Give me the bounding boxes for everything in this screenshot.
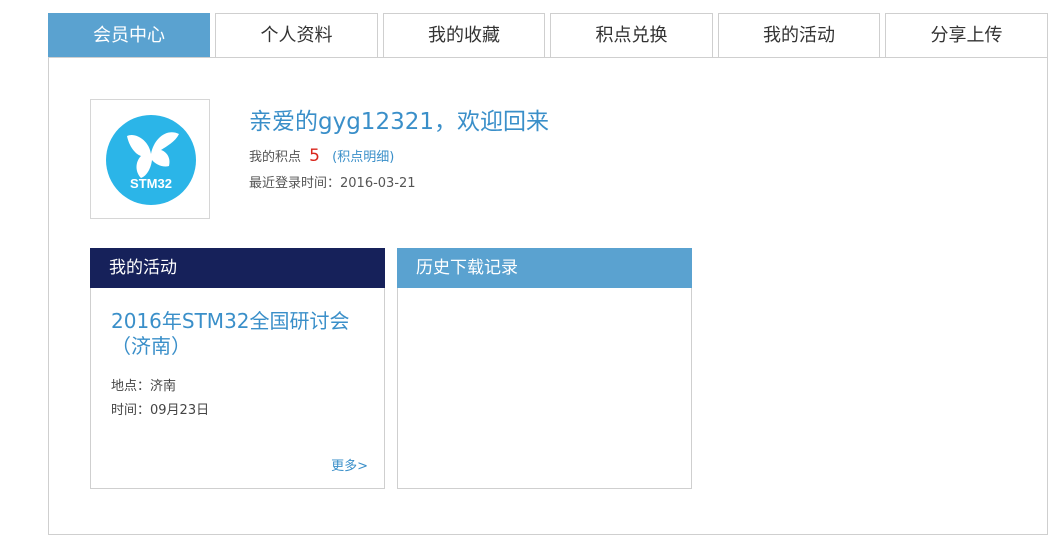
tab-points-exchange[interactable]: 积点兑换: [550, 13, 713, 57]
welcome-message: 亲爱的gyg12321，欢迎回来: [249, 109, 549, 135]
points-value: 5: [309, 146, 320, 166]
points-line: 我的积点 5 (积点明细): [249, 146, 394, 166]
event-time: 时间：09月23日: [111, 403, 210, 418]
stm32-butterfly-logo-icon: STM32: [106, 115, 196, 205]
my-activities-header: 我的活动: [90, 248, 385, 288]
avatar: STM32: [90, 99, 210, 219]
points-detail-close: ): [389, 150, 395, 165]
download-history-header: 历史下载记录: [397, 248, 692, 288]
tab-profile[interactable]: 个人资料: [215, 13, 378, 57]
my-activities-card: 我的活动 2016年STM32全国研讨会（济南） 地点：济南 时间：09月23日…: [90, 248, 385, 489]
last-login-time: 最近登录时间：2016-03-21: [249, 176, 416, 191]
tab-member-center[interactable]: 会员中心: [48, 13, 210, 57]
tab-my-activities[interactable]: 我的活动: [718, 13, 880, 57]
points-detail-link[interactable]: 积点明细: [337, 150, 389, 165]
event-title-link[interactable]: 2016年STM32全国研讨会（济南）: [111, 309, 371, 359]
member-tabs: 会员中心 个人资料 我的收藏 积点兑换 我的活动 分享上传: [48, 13, 1048, 57]
member-center-panel: STM32 亲爱的gyg12321，欢迎回来 我的积点 5 (积点明细) 最近登…: [48, 57, 1048, 535]
points-label: 我的积点: [249, 150, 302, 165]
event-place: 地点：济南: [111, 379, 177, 394]
more-link[interactable]: 更多>: [331, 455, 368, 474]
logo-text: STM32: [130, 176, 172, 191]
tab-share-upload[interactable]: 分享上传: [885, 13, 1048, 57]
download-history-card: 历史下载记录: [397, 248, 692, 489]
tab-favorites[interactable]: 我的收藏: [383, 13, 545, 57]
